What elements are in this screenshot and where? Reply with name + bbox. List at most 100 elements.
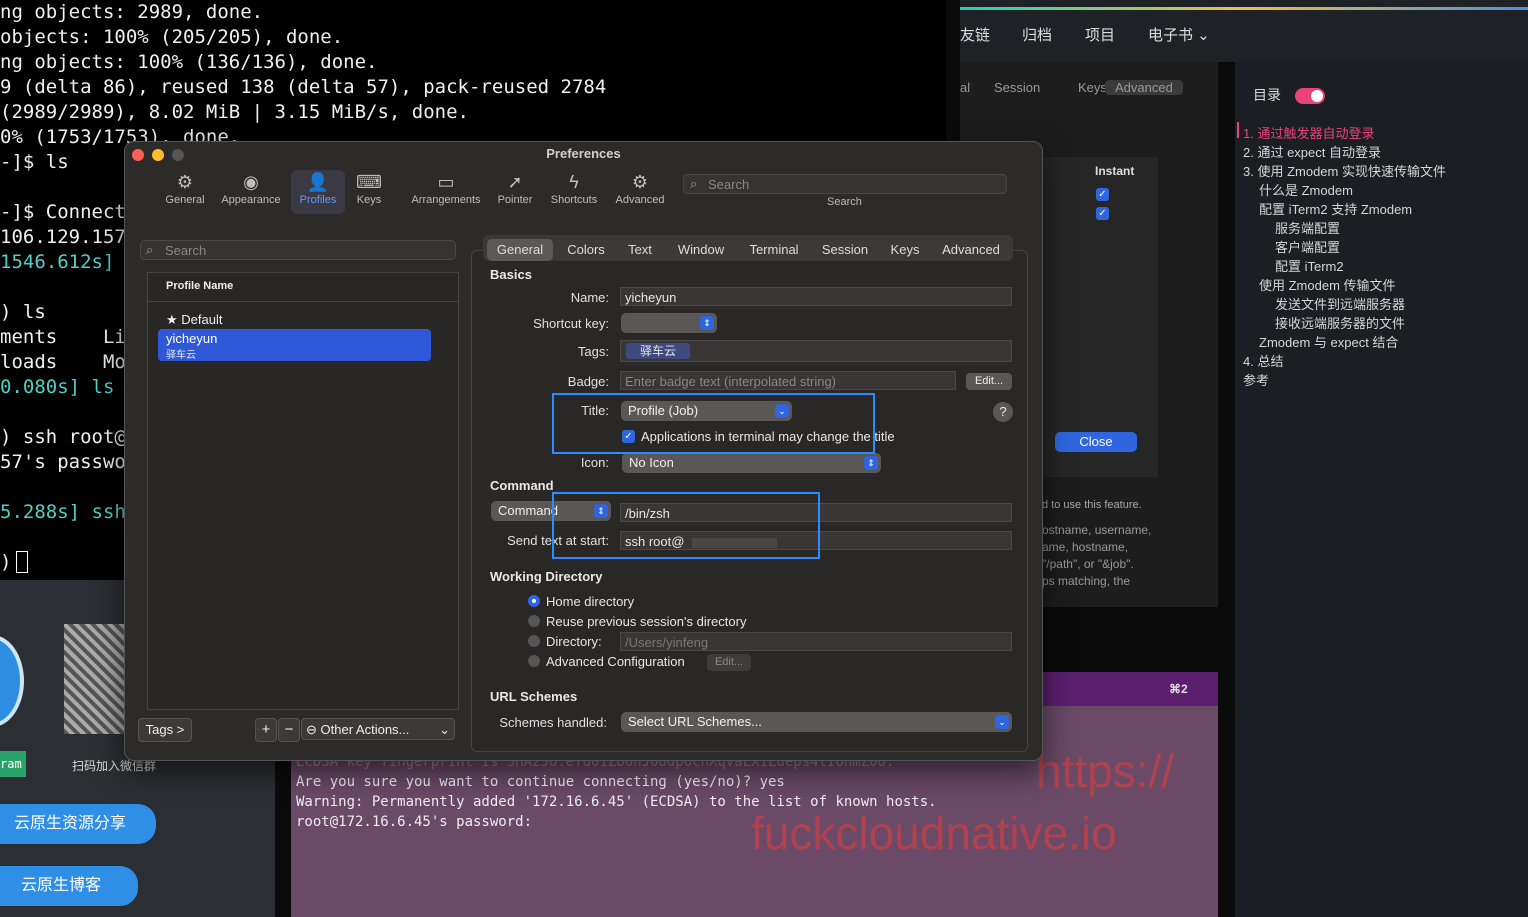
toc-item[interactable]: 发送文件到远端服务器	[1275, 294, 1405, 313]
toc-item[interactable]: 3. 使用 Zmodem 实现快速传输文件	[1243, 161, 1446, 180]
tag-badge: ram	[0, 751, 26, 777]
toc-item[interactable]: Zmodem 与 expect 结合	[1259, 332, 1398, 351]
bg-list	[1040, 157, 1158, 477]
profile-name: yicheyun	[166, 331, 218, 346]
toc-item[interactable]: 使用 Zmodem 传输文件	[1259, 275, 1396, 294]
bg-desc-line: ps matching, the	[1042, 574, 1131, 588]
toolbar-pointer[interactable]: ➚ Pointer	[487, 170, 543, 214]
advanced-config-radio[interactable]	[528, 655, 540, 667]
toolbar-search-input[interactable]: ⌕ Search	[683, 174, 1007, 194]
watermark-line-1: https://	[1036, 745, 1175, 797]
add-profile-button[interactable]: +	[255, 718, 277, 742]
terminal-line: 106.129.157	[0, 226, 126, 248]
toc-item[interactable]: 1. 通过触发器自动登录	[1243, 123, 1374, 142]
toc-toggle[interactable]	[1295, 88, 1325, 104]
toolbar-appearance[interactable]: ◉ Appearance	[219, 170, 283, 214]
nav-accent-line	[960, 7, 1528, 10]
nav-item[interactable]: 友链	[960, 24, 990, 45]
tags-field[interactable]: 驿车云	[620, 340, 1012, 362]
toolbar-profiles[interactable]: 👤 Profiles	[291, 170, 345, 214]
bg-tab[interactable]: Keys	[1078, 80, 1107, 95]
toc-item[interactable]: 配置 iTerm2 支持 Zmodem	[1259, 199, 1412, 218]
nav-item[interactable]: 电子书 ⌄	[1148, 24, 1210, 45]
preferences-window: Preferences ⌕ Search Search ⌕ Search Pro…	[124, 141, 1043, 761]
toc-item[interactable]: 客户端配置	[1275, 237, 1340, 256]
toolbar-label: Shortcuts	[550, 194, 598, 206]
toolbar-arrangements[interactable]: ▭ Arrangements	[408, 170, 484, 214]
toc-item[interactable]: 接收远端服务器的文件	[1275, 313, 1405, 332]
terminal-tab[interactable]: ⌘2	[1041, 672, 1218, 706]
toolbar-shortcuts[interactable]: ϟ Shortcuts	[546, 170, 602, 214]
other-actions-menu[interactable]: ⊖ Other Actions... ⌄	[301, 718, 455, 740]
reuse-dir-radio[interactable]	[528, 615, 540, 627]
badge-edit-button[interactable]: Edit...	[966, 373, 1012, 390]
directory-label: Directory:	[546, 634, 602, 649]
profile-search-input[interactable]: ⌕ Search	[140, 240, 456, 260]
tab-terminal[interactable]: Terminal	[740, 239, 808, 261]
avatar-circle	[0, 635, 24, 727]
toc-item[interactable]: 什么是 Zmodem	[1259, 180, 1353, 199]
tab-window[interactable]: Window	[669, 239, 733, 261]
blog-button[interactable]: 云原生博客	[0, 866, 138, 906]
tab-session[interactable]: Session	[814, 239, 876, 261]
profile-row-default[interactable]: ★ Default	[166, 312, 222, 328]
toolbar-advanced[interactable]: ⚙ Advanced	[610, 170, 670, 214]
command-mode-value: Command	[498, 503, 558, 518]
tab-text[interactable]: Text	[617, 239, 663, 261]
bolt-icon: ϟ	[569, 172, 579, 192]
help-button[interactable]: ?	[993, 402, 1013, 422]
resource-share-button[interactable]: 云原生资源分享	[0, 804, 156, 844]
reuse-dir-label: Reuse previous session's directory	[546, 614, 747, 629]
terminal-line: loads Mov	[0, 351, 138, 373]
toolbar-general[interactable]: ⚙ General	[153, 170, 217, 214]
nav-item[interactable]: 项目	[1085, 24, 1115, 45]
tab-colors[interactable]: Colors	[559, 239, 613, 261]
bg-tab[interactable]: al	[960, 80, 970, 95]
toolbar-search-caption: Search	[827, 196, 862, 208]
bg-close-button[interactable]: Close	[1055, 432, 1137, 452]
windows-icon: ▭	[437, 172, 455, 192]
name-field[interactable]: yicheyun	[620, 287, 1012, 306]
toolbar-label: Appearance	[221, 194, 281, 206]
toc-item[interactable]: 参考	[1243, 370, 1269, 389]
toc-item[interactable]: 2. 通过 expect 自动登录	[1243, 142, 1381, 161]
shortcut-key-popup[interactable]: ⇕	[621, 313, 717, 333]
remove-profile-button[interactable]: −	[278, 718, 300, 742]
instant-checkbox-1[interactable]: ✓	[1096, 188, 1109, 201]
working-dir-heading: Working Directory	[490, 569, 603, 584]
profile-search-placeholder: Search	[165, 243, 207, 258]
toc-item[interactable]: 4. 总结	[1243, 351, 1283, 370]
bg-desc-line: ostname, username,	[1042, 523, 1152, 537]
toc-item[interactable]: 配置 iTerm2	[1275, 256, 1344, 275]
bg-tab[interactable]: Session	[994, 80, 1040, 95]
tags-toggle-button[interactable]: Tags >	[138, 718, 192, 742]
directory-radio[interactable]	[528, 635, 540, 647]
profile-tag: 驿车云	[166, 350, 196, 361]
toc-item[interactable]: 服务端配置	[1275, 218, 1340, 237]
toolbar-keys[interactable]: ⌨ Keys	[341, 170, 397, 214]
tag-chip[interactable]: 驿车云	[626, 343, 691, 359]
icon-popup-value: No Icon	[629, 455, 674, 470]
directory-field[interactable]: /Users/yinfeng	[620, 632, 1012, 651]
advanced-config-edit-button[interactable]: Edit...	[707, 654, 751, 671]
terminal-line: 9 (delta 86), reused 138 (delta 57), pac…	[0, 76, 607, 98]
icon-popup[interactable]: No Icon ⇕	[622, 453, 881, 473]
highlight-command-box	[552, 492, 820, 559]
url-schemes-value: Select URL Schemes...	[628, 714, 762, 729]
instant-checkbox-2[interactable]: ✓	[1096, 207, 1109, 220]
terminal-line: ments Lib	[0, 326, 138, 348]
terminal-cursor	[16, 551, 28, 573]
badge-field[interactable]: Enter badge text (interpolated string)	[620, 371, 956, 390]
nav-item[interactable]: 归档	[1022, 24, 1052, 45]
home-dir-radio[interactable]	[528, 595, 540, 607]
eye-icon: ◉	[243, 172, 259, 192]
tab-advanced[interactable]: Advanced	[935, 239, 1007, 261]
profile-row-yicheyun[interactable]: yicheyun 驿车云	[158, 329, 431, 361]
icon-label: Icon:	[580, 455, 609, 470]
terminal-line: (2989/2989), 8.02 MiB | 3.15 MiB/s, done…	[0, 101, 469, 123]
terminal-line: objects: 100% (205/205), done.	[0, 26, 344, 48]
tab-keys[interactable]: Keys	[883, 239, 927, 261]
tab-general[interactable]: General	[487, 239, 553, 261]
url-schemes-popup[interactable]: Select URL Schemes... ⌄	[621, 712, 1012, 732]
bg-tab[interactable]: Advanced	[1105, 80, 1183, 95]
